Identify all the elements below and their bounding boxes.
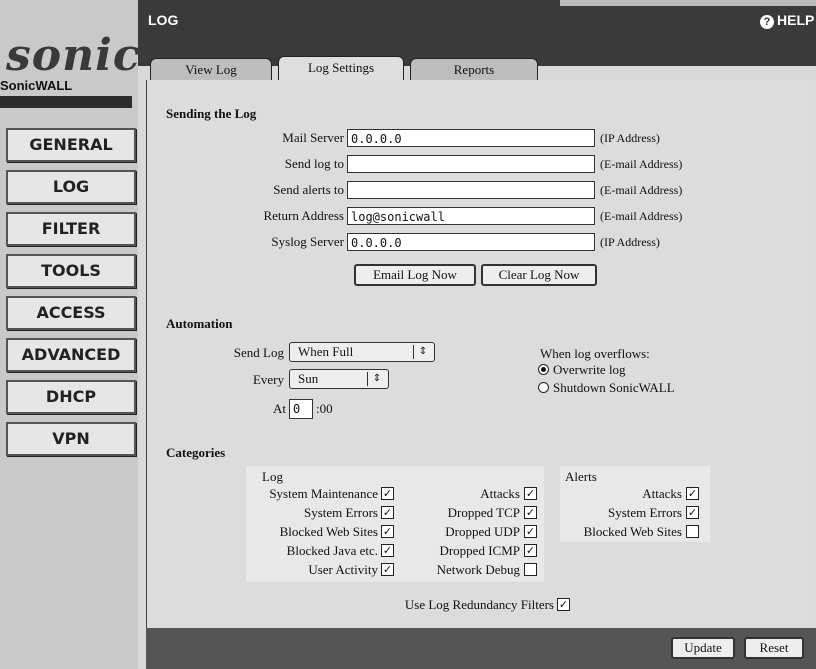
return-address-input[interactable]: log@sonicwall xyxy=(347,207,595,225)
log-header: Log xyxy=(262,469,283,484)
sidebar-item-advanced[interactable]: ADVANCED xyxy=(6,338,136,372)
email-log-now-button[interactable]: Email Log Now xyxy=(354,264,476,286)
reset-button[interactable]: Reset xyxy=(744,637,804,659)
shutdown-radio[interactable] xyxy=(538,382,549,393)
every-label: Every xyxy=(252,372,284,387)
sidebar-item-tools[interactable]: TOOLS xyxy=(6,254,136,288)
sending-log-title: Sending the Log xyxy=(166,106,257,121)
cat-user-activity-label: User Activity xyxy=(308,562,378,577)
cat-system-errors-label: System Errors xyxy=(303,505,378,520)
alert-attacks-checkbox[interactable]: ✓ xyxy=(686,487,699,500)
select-arrows-icon: ⇕ xyxy=(413,345,432,359)
clear-log-now-button[interactable]: Clear Log Now xyxy=(481,264,597,286)
return-address-hint: (E-mail Address) xyxy=(600,209,683,223)
return-address-label: Return Address xyxy=(263,208,344,223)
update-button[interactable]: Update xyxy=(671,637,735,659)
send-log-value: When Full xyxy=(298,344,354,359)
alert-blocked-web-sites-checkbox[interactable] xyxy=(686,525,699,538)
automation-title: Automation xyxy=(166,316,233,331)
cat-blocked-web-sites-label: Blocked Web Sites xyxy=(279,524,378,539)
tab-reports[interactable]: Reports xyxy=(410,58,538,81)
every-select[interactable]: Sun ⇕ xyxy=(289,369,389,389)
send-alerts-to-hint: (E-mail Address) xyxy=(600,183,683,197)
alerts-header: Alerts xyxy=(565,469,597,484)
syslog-server-label: Syslog Server xyxy=(271,234,344,249)
mail-server-hint: (IP Address) xyxy=(600,131,660,145)
overwrite-log-label: Overwrite log xyxy=(553,362,626,377)
mail-server-input[interactable]: 0.0.0.0 xyxy=(347,129,595,147)
sidebar: sonic SonicWALL GENERAL LOG FILTER TOOLS… xyxy=(0,0,141,669)
alert-blocked-web-sites-label: Blocked Web Sites xyxy=(583,524,682,539)
send-log-select[interactable]: When Full ⇕ xyxy=(289,342,435,362)
sidebar-item-general[interactable]: GENERAL xyxy=(6,128,136,162)
cat-network-debug-checkbox[interactable] xyxy=(524,563,537,576)
cat-dropped-udp-label: Dropped UDP xyxy=(445,524,520,539)
send-log-to-label: Send log to xyxy=(284,156,344,171)
tab-log-settings[interactable]: Log Settings xyxy=(278,56,404,81)
cat-blocked-java-checkbox[interactable]: ✓ xyxy=(381,544,394,557)
logo-bar xyxy=(0,96,132,108)
cat-user-activity-checkbox[interactable]: ✓ xyxy=(381,563,394,576)
sidebar-item-access[interactable]: ACCESS xyxy=(6,296,136,330)
cat-system-maintenance-label: System Maintenance xyxy=(269,486,378,501)
sidebar-nav: GENERAL LOG FILTER TOOLS ACCESS ADVANCED… xyxy=(6,128,136,464)
cat-dropped-tcp-checkbox[interactable]: ✓ xyxy=(524,506,537,519)
sidebar-item-filter[interactable]: FILTER xyxy=(6,212,136,246)
cat-dropped-udp-checkbox[interactable]: ✓ xyxy=(524,525,537,538)
cat-system-maintenance-checkbox[interactable]: ✓ xyxy=(381,487,394,500)
cat-system-errors-checkbox[interactable]: ✓ xyxy=(381,506,394,519)
mail-server-label: Mail Server xyxy=(282,130,344,145)
every-value: Sun xyxy=(298,371,319,386)
help-label: HELP xyxy=(777,12,815,28)
send-log-label: Send Log xyxy=(233,345,284,360)
at-hour-input[interactable]: 0 xyxy=(289,399,313,419)
alert-system-errors-checkbox[interactable]: ✓ xyxy=(686,506,699,519)
shutdown-label: Shutdown SonicWALL xyxy=(553,380,675,395)
syslog-server-input[interactable]: 0.0.0.0 xyxy=(347,233,595,251)
cat-blocked-web-sites-checkbox[interactable]: ✓ xyxy=(381,525,394,538)
page-title: LOG xyxy=(148,12,179,28)
at-label: At xyxy=(273,401,286,416)
logo-area: sonic SonicWALL xyxy=(0,0,141,110)
syslog-server-hint: (IP Address) xyxy=(600,235,660,249)
top-strip xyxy=(560,0,816,6)
tab-view-log[interactable]: View Log xyxy=(150,58,272,81)
cat-dropped-icmp-checkbox[interactable]: ✓ xyxy=(524,544,537,557)
sidebar-item-vpn[interactable]: VPN xyxy=(6,422,136,456)
brand-name: SonicWALL xyxy=(0,78,73,93)
cat-dropped-icmp-label: Dropped ICMP xyxy=(439,543,520,558)
cat-blocked-java-label: Blocked Java etc. xyxy=(286,543,378,558)
overwrite-log-radio[interactable] xyxy=(538,364,549,375)
overflow-label: When log overflows: xyxy=(540,346,650,361)
sidebar-item-log[interactable]: LOG xyxy=(6,170,136,204)
redundancy-checkbox[interactable]: ✓ xyxy=(557,598,570,611)
cat-network-debug-label: Network Debug xyxy=(436,562,520,577)
cat-attacks-checkbox[interactable]: ✓ xyxy=(524,487,537,500)
redundancy-label: Use Log Redundancy Filters xyxy=(404,597,554,612)
at-suffix: :00 xyxy=(316,401,333,416)
help-button[interactable]: ? HELP xyxy=(760,12,814,29)
logo: sonic xyxy=(6,30,141,81)
alert-system-errors-label: System Errors xyxy=(607,505,682,520)
sidebar-item-dhcp[interactable]: DHCP xyxy=(6,380,136,414)
send-alerts-to-input[interactable] xyxy=(347,181,595,199)
send-alerts-to-label: Send alerts to xyxy=(273,182,344,197)
send-log-to-hint: (E-mail Address) xyxy=(600,157,683,171)
cat-dropped-tcp-label: Dropped TCP xyxy=(447,505,520,520)
help-icon: ? xyxy=(760,15,774,29)
cat-attacks-label: Attacks xyxy=(480,486,520,501)
categories-title: Categories xyxy=(166,445,226,460)
send-log-to-input[interactable] xyxy=(347,155,595,173)
top-bar xyxy=(138,0,816,66)
alert-attacks-label: Attacks xyxy=(642,486,682,501)
select-arrows-icon: ⇕ xyxy=(367,372,386,386)
